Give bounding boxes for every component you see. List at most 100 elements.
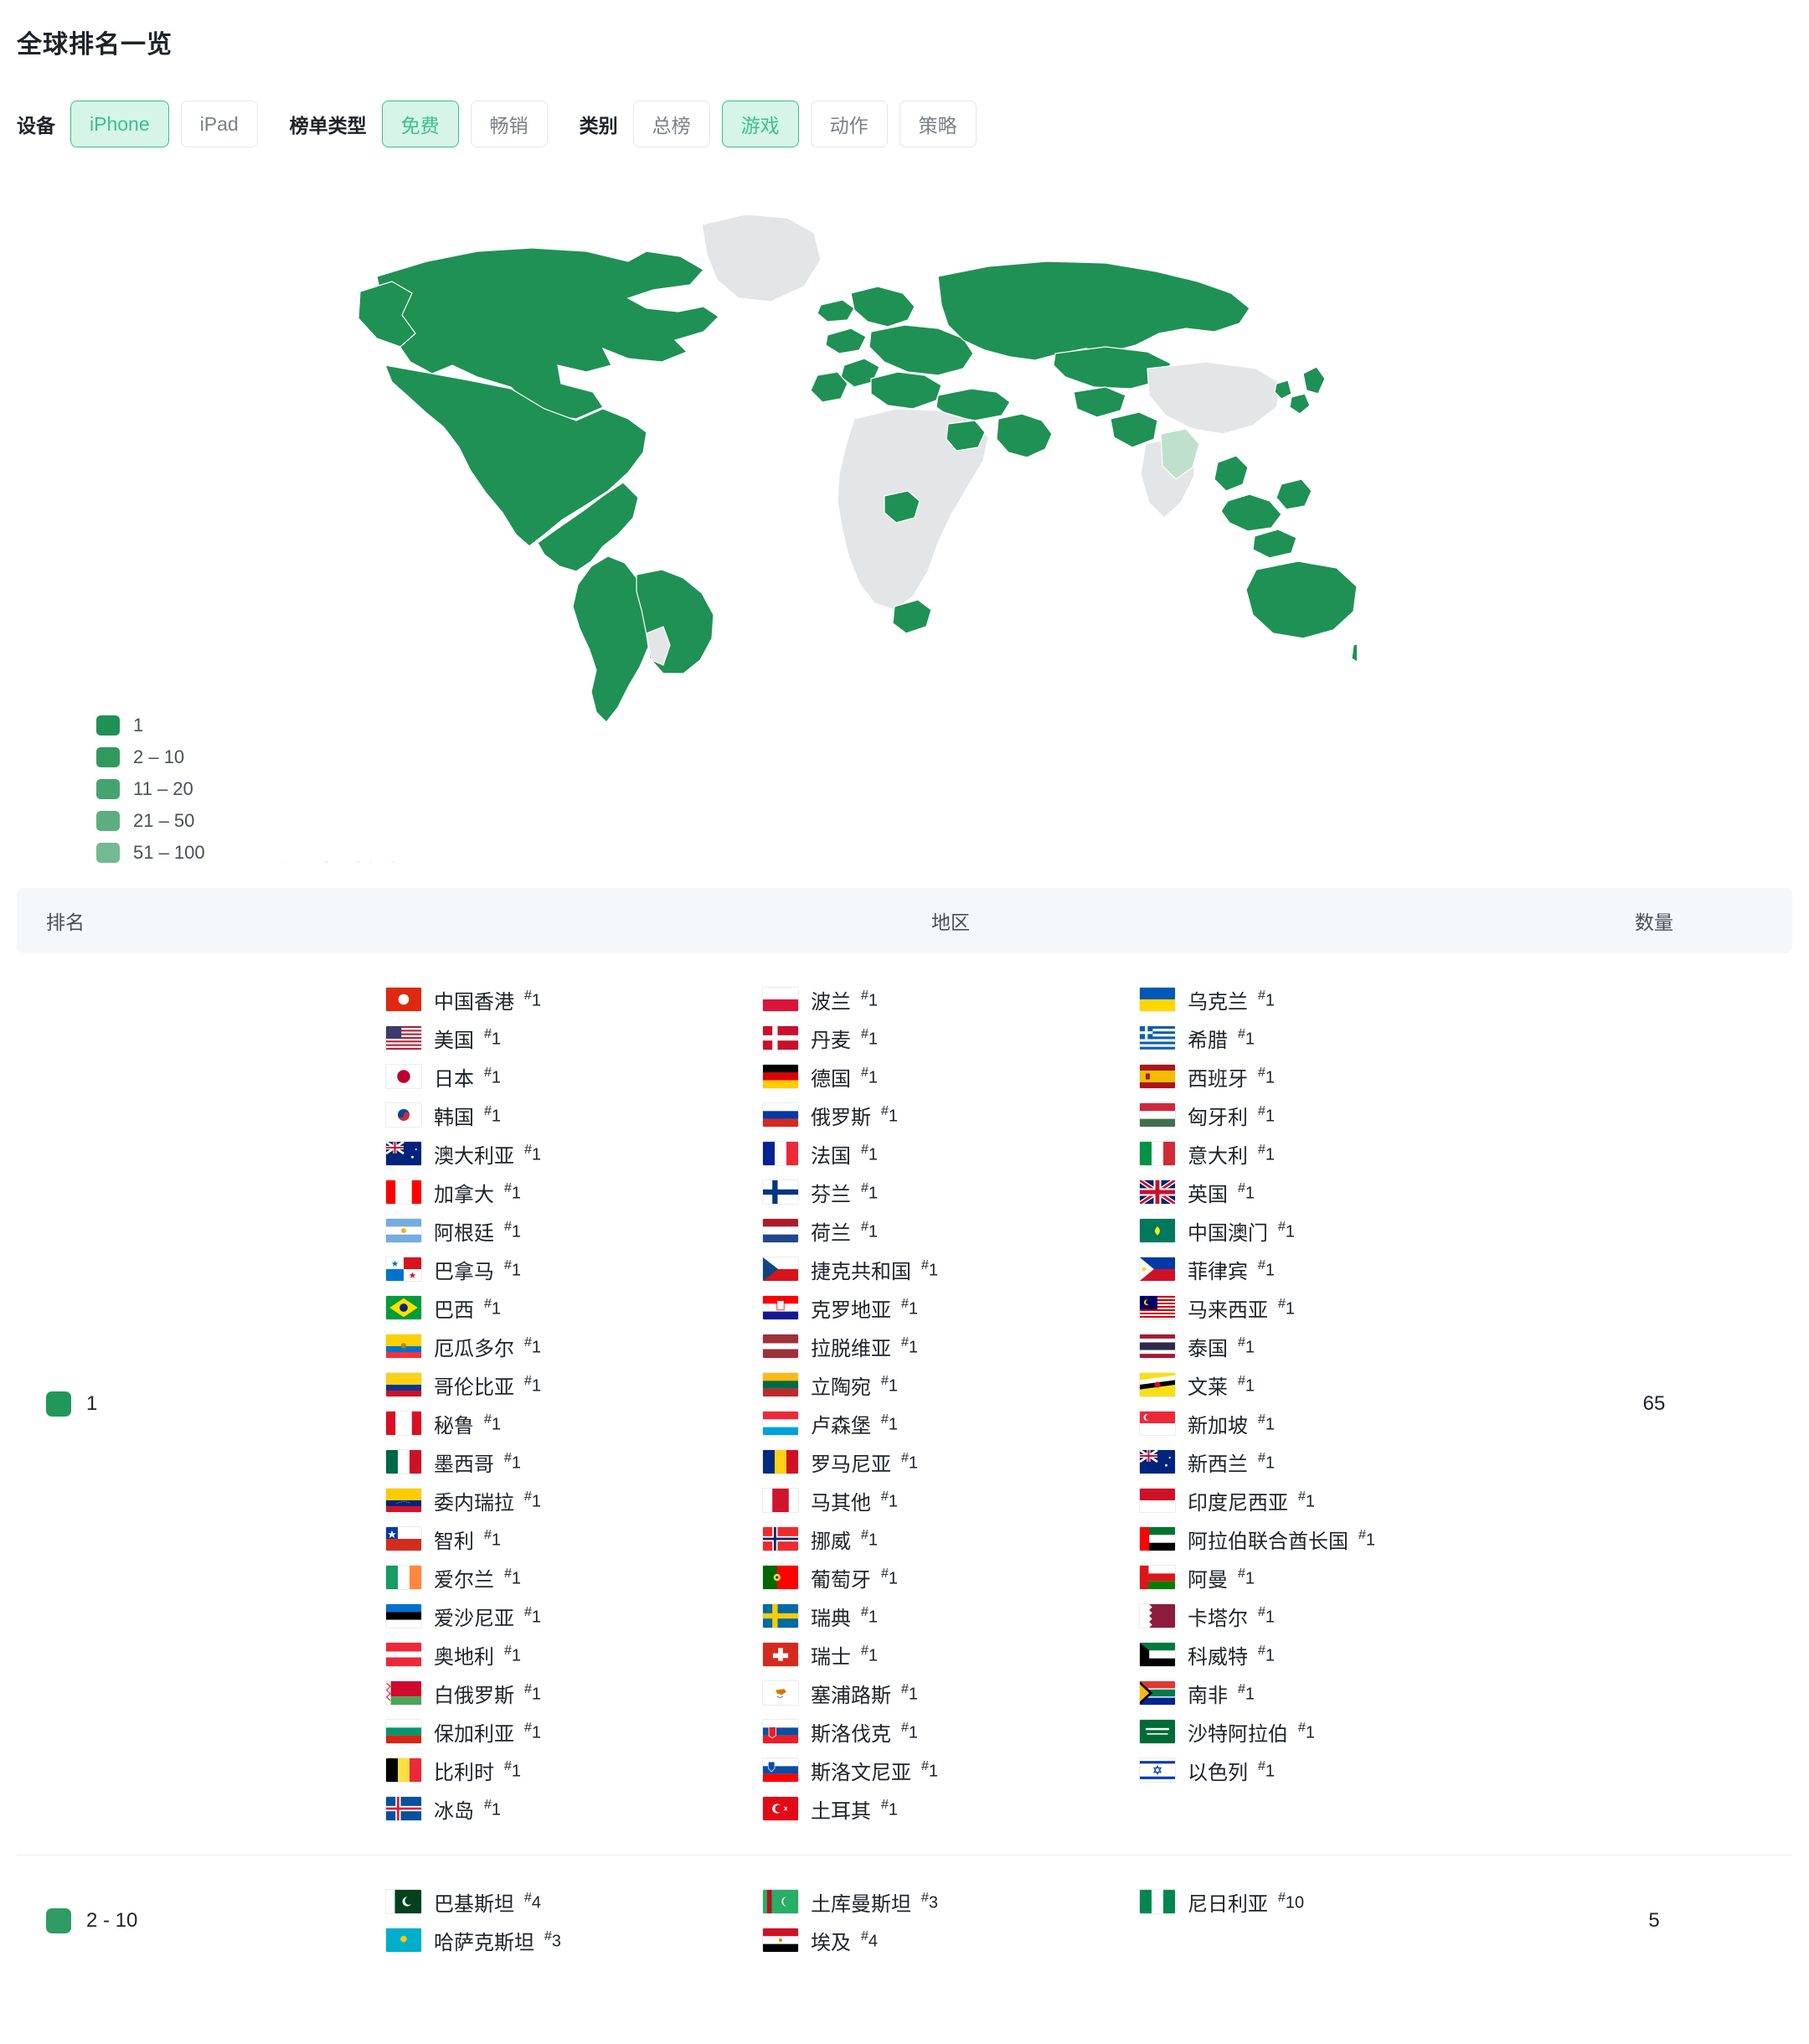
country-item[interactable]: 德国#1 — [762, 1057, 1139, 1096]
country-name: 卢森堡 — [811, 1409, 871, 1438]
country-item[interactable]: 以色列#1 — [1139, 1751, 1516, 1789]
filter-chip-category-动作[interactable]: 动作 — [811, 101, 888, 147]
country-item[interactable]: 马其他#1 — [762, 1481, 1139, 1520]
filter-chip-list-type-畅销[interactable]: 畅销 — [471, 101, 548, 147]
country-item[interactable]: 巴拿马#1 — [385, 1250, 762, 1288]
country-item[interactable]: 挪威#1 — [762, 1520, 1139, 1558]
filter-chip-category-总榜[interactable]: 总榜 — [633, 101, 710, 147]
country-item[interactable]: 瑞典#1 — [762, 1597, 1139, 1635]
country-item[interactable]: 希腊#1 — [1139, 1019, 1516, 1057]
country-name: 秘鲁 — [434, 1409, 474, 1438]
country-item[interactable]: 哈萨克斯坦#3 — [385, 1921, 762, 1959]
filter-chip-category-游戏[interactable]: 游戏 — [722, 101, 799, 147]
country-item[interactable]: 爱沙尼亚#1 — [385, 1597, 762, 1635]
country-name: 马来西亚 — [1188, 1293, 1268, 1323]
country-name: 拉脱维亚 — [811, 1332, 891, 1361]
world-map[interactable]: 12 – 1011 – 2021 – 5051 – 100101 – 20020… — [0, 193, 1809, 863]
flag-icon-au — [385, 1141, 422, 1166]
country-item[interactable]: 荷兰#1 — [762, 1211, 1139, 1250]
country-item[interactable]: 阿根廷#1 — [385, 1211, 762, 1250]
country-item[interactable]: 法国#1 — [762, 1134, 1139, 1173]
country-item[interactable]: 智利#1 — [385, 1520, 762, 1558]
country-item[interactable]: 马来西亚#1 — [1139, 1288, 1516, 1327]
country-item[interactable]: 意大利#1 — [1139, 1134, 1516, 1173]
country-item[interactable]: 埃及#4 — [762, 1921, 1139, 1959]
country-item[interactable]: 土耳其#1 — [762, 1789, 1139, 1828]
country-item[interactable]: 芬兰#1 — [762, 1173, 1139, 1211]
country-item[interactable]: 比利时#1 — [385, 1751, 762, 1789]
flag-icon-id — [1139, 1488, 1176, 1513]
country-item[interactable]: 巴基斯坦#4 — [385, 1882, 762, 1921]
country-item[interactable]: 葡萄牙#1 — [762, 1558, 1139, 1597]
country-rank: #1 — [921, 1759, 938, 1782]
country-item[interactable]: 印度尼西亚#1 — [1139, 1481, 1516, 1520]
column-header-rank: 排名 — [17, 906, 385, 935]
country-name: 阿根廷 — [434, 1216, 494, 1246]
country-name: 斯洛伐克 — [811, 1717, 891, 1747]
country-item[interactable]: 阿拉伯联合酋长国#1 — [1139, 1520, 1516, 1558]
country-item[interactable]: 卢森堡#1 — [762, 1404, 1139, 1443]
country-item[interactable]: 斯洛文尼亚#1 — [762, 1751, 1139, 1789]
country-item[interactable]: 墨西哥#1 — [385, 1443, 762, 1481]
flag-icon-cy — [762, 1680, 799, 1706]
country-rank: #1 — [881, 1798, 898, 1820]
country-item[interactable]: 澳大利亚#1 — [385, 1134, 762, 1173]
country-item[interactable]: 冰岛#1 — [385, 1789, 762, 1828]
country-item[interactable]: 沙特阿拉伯#1 — [1139, 1712, 1516, 1751]
country-item[interactable]: 新西兰#1 — [1139, 1443, 1516, 1481]
country-item[interactable]: 立陶宛#1 — [762, 1365, 1139, 1404]
country-item[interactable]: 卡塔尔#1 — [1139, 1597, 1516, 1635]
country-item[interactable]: 新加坡#1 — [1139, 1404, 1516, 1443]
filter-chip-category-策略[interactable]: 策略 — [899, 101, 977, 147]
country-item[interactable]: 巴西#1 — [385, 1288, 762, 1327]
country-item[interactable]: 克罗地亚#1 — [762, 1288, 1139, 1327]
country-item[interactable]: 保加利亚#1 — [385, 1712, 762, 1751]
cell-region: 中国香港#1波兰#1乌克兰#1 美国#1丹麦#1希腊#1 日本#1德国#1西班牙#1… — [385, 953, 1516, 1855]
country-name: 厄瓜多尔 — [434, 1332, 514, 1361]
country-item[interactable]: 中国澳门#1 — [1139, 1211, 1516, 1250]
country-item[interactable]: 文莱#1 — [1139, 1365, 1516, 1404]
country-item[interactable]: 塞浦路斯#1 — [762, 1674, 1139, 1712]
filter-chip-device-iPad[interactable]: iPad — [181, 101, 258, 147]
country-item[interactable]: 爱尔兰#1 — [385, 1558, 762, 1597]
country-item[interactable]: 厄瓜多尔#1 — [385, 1327, 762, 1365]
country-item[interactable]: 丹麦#1 — [762, 1019, 1139, 1057]
country-item[interactable]: 委内瑞拉#1 — [385, 1481, 762, 1520]
country-item[interactable]: 南非#1 — [1139, 1674, 1516, 1712]
country-item[interactable]: 捷克共和国#1 — [762, 1250, 1139, 1288]
country-item[interactable]: 阿曼#1 — [1139, 1558, 1516, 1597]
country-item[interactable]: 尼日利亚#10 — [1139, 1882, 1516, 1921]
country-item[interactable]: 日本#1 — [385, 1057, 762, 1096]
country-item[interactable]: 泰国#1 — [1139, 1327, 1516, 1365]
filter-chip-list-type-免费[interactable]: 免费 — [382, 101, 459, 147]
country-rank: #3 — [921, 1891, 938, 1913]
country-item[interactable]: 加拿大#1 — [385, 1173, 762, 1211]
country-item[interactable]: 韩国#1 — [385, 1096, 762, 1134]
flag-icon-it — [1139, 1141, 1176, 1166]
country-item[interactable]: 匈牙利#1 — [1139, 1096, 1516, 1134]
filter-chip-device-iPhone[interactable]: iPhone — [70, 101, 169, 147]
country-item[interactable]: 哥伦比亚#1 — [385, 1365, 762, 1404]
country-item[interactable]: 科威特#1 — [1139, 1635, 1516, 1674]
country-item[interactable]: 英国#1 — [1139, 1173, 1516, 1211]
country-item[interactable]: 西班牙#1 — [1139, 1057, 1516, 1096]
country-item[interactable]: 美国#1 — [385, 1019, 762, 1057]
country-item[interactable]: 秘鲁#1 — [385, 1404, 762, 1443]
flag-icon-nl — [762, 1218, 799, 1243]
country-name: 爱尔兰 — [434, 1563, 494, 1592]
flag-icon-bg — [385, 1719, 422, 1744]
country-item[interactable]: 波兰#1 — [762, 980, 1139, 1019]
country-item[interactable]: 白俄罗斯#1 — [385, 1674, 762, 1712]
flag-icon-gr — [1139, 1025, 1176, 1050]
table-row: 1中国香港#1波兰#1乌克兰#1美国#1丹麦#1希腊#1日本#1德国#1西班牙#… — [17, 953, 1792, 1856]
country-item[interactable]: 瑞士#1 — [762, 1635, 1139, 1674]
country-item[interactable]: 斯洛伐克#1 — [762, 1712, 1139, 1751]
country-item[interactable]: 菲律宾#1 — [1139, 1250, 1516, 1288]
country-item[interactable]: 拉脱维亚#1 — [762, 1327, 1139, 1365]
country-item[interactable]: 乌克兰#1 — [1139, 980, 1516, 1019]
country-item[interactable]: 土库曼斯坦#3 — [762, 1882, 1139, 1921]
country-item[interactable]: 俄罗斯#1 — [762, 1096, 1139, 1134]
country-item[interactable]: 奥地利#1 — [385, 1635, 762, 1674]
country-item[interactable]: 罗马尼亚#1 — [762, 1443, 1139, 1481]
country-item[interactable]: 中国香港#1 — [385, 980, 762, 1019]
